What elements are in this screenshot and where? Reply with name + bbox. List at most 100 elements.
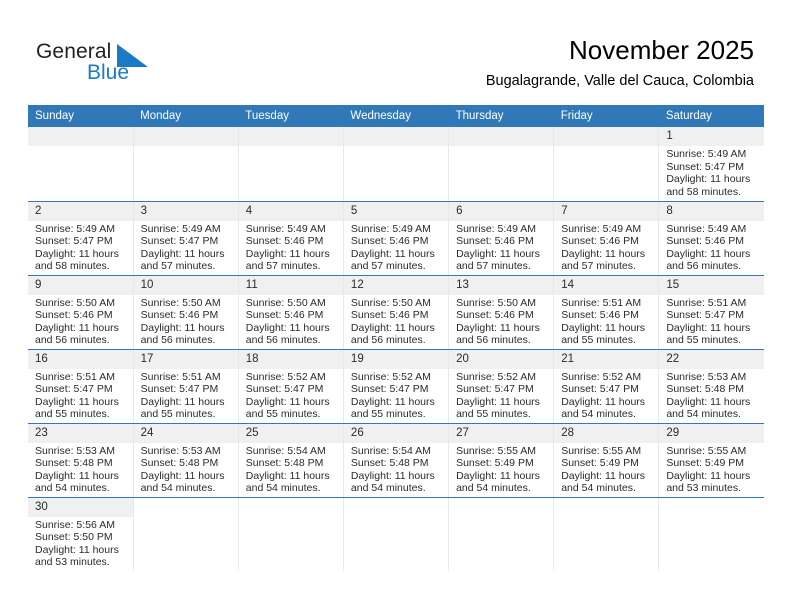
- calendar-day-cell[interactable]: 28 Sunrise: 5:55 AM Sunset: 5:49 PM Dayligh…: [553, 423, 660, 498]
- brand-logo[interactable]: General Blue: [36, 40, 236, 92]
- calendar-day-cell[interactable]: 3 Sunrise: 5:49 AM Sunset: 5:47 PM Daylight…: [133, 201, 239, 276]
- daylight-text-line1: Daylight: 11 hours: [456, 469, 540, 482]
- day-details: Sunrise: 5:53 AM Sunset: 5:48 PM Daylight:…: [659, 369, 764, 421]
- calendar-header-row: Sunday Monday Tuesday Wednesday Thursday…: [28, 105, 764, 127]
- sunset-text: Sunset: 5:47 PM: [35, 235, 113, 248]
- calendar-day-cell[interactable]: 22 Sunrise: 5:53 AM Sunset: 5:48 PM Dayligh…: [658, 349, 764, 424]
- weekday-header-friday: Friday: [553, 105, 659, 127]
- daylight-text-line2: and 54 minutes.: [561, 482, 636, 495]
- calendar-day-cell-empty: [343, 497, 450, 571]
- sunrise-text: Sunrise: 5:54 AM: [350, 444, 431, 457]
- day-number: [28, 127, 133, 146]
- daylight-text-line1: Daylight: 11 hours: [35, 543, 119, 556]
- calendar-day-cell[interactable]: 27 Sunrise: 5:55 AM Sunset: 5:49 PM Dayligh…: [448, 423, 555, 498]
- calendar-day-cell[interactable]: 20 Sunrise: 5:52 AM Sunset: 5:47 PM Dayligh…: [448, 349, 555, 424]
- calendar-week-row: 23 Sunrise: 5:53 AM Sunset: 5:48 PM Dayligh…: [28, 423, 764, 498]
- daylight-text-line1: Daylight: 11 hours: [35, 247, 119, 260]
- day-details: Sunrise: 5:55 AM Sunset: 5:49 PM Daylight:…: [554, 443, 658, 495]
- daylight-text-line1: Daylight: 11 hours: [350, 247, 435, 260]
- day-number: 12: [343, 275, 449, 295]
- calendar-day-cell[interactable]: 16 Sunrise: 5:51 AM Sunset: 5:47 PM Dayligh…: [28, 349, 134, 424]
- sunset-text: Sunset: 5:47 PM: [456, 383, 534, 396]
- calendar-day-cell[interactable]: 21 Sunrise: 5:52 AM Sunset: 5:47 PM Dayligh…: [553, 349, 660, 424]
- day-number: [238, 127, 343, 146]
- sunrise-text: Sunrise: 5:55 AM: [456, 444, 537, 457]
- sunrise-text: Sunrise: 5:53 AM: [140, 444, 221, 457]
- weekday-header-thursday: Thursday: [448, 105, 554, 127]
- calendar-week-row: 16 Sunrise: 5:51 AM Sunset: 5:47 PM Dayligh…: [28, 349, 764, 424]
- daylight-text-line2: and 57 minutes.: [245, 260, 321, 273]
- daylight-text-line2: and 55 minutes.: [666, 334, 742, 347]
- sunset-text: Sunset: 5:50 PM: [35, 531, 113, 544]
- daylight-text-line2: and 55 minutes.: [35, 408, 110, 421]
- daylight-text-line1: Daylight: 11 hours: [666, 395, 751, 408]
- calendar-day-cell[interactable]: 14 Sunrise: 5:51 AM Sunset: 5:46 PM Dayligh…: [553, 275, 660, 350]
- calendar-day-cell[interactable]: 2 Sunrise: 5:49 AM Sunset: 5:47 PM Daylight…: [28, 201, 134, 276]
- day-details: Sunrise: 5:50 AM Sunset: 5:46 PM Daylight:…: [239, 295, 343, 347]
- calendar-day-cell[interactable]: 15 Sunrise: 5:51 AM Sunset: 5:47 PM Dayligh…: [658, 275, 764, 350]
- day-details: Sunrise: 5:50 AM Sunset: 5:46 PM Daylight:…: [449, 295, 553, 347]
- calendar-day-cell[interactable]: 4 Sunrise: 5:49 AM Sunset: 5:46 PM Daylight…: [238, 201, 344, 276]
- sunrise-text: Sunrise: 5:52 AM: [561, 370, 642, 383]
- day-details: Sunrise: 5:54 AM Sunset: 5:48 PM Daylight:…: [344, 443, 448, 495]
- day-number: 7: [554, 201, 659, 221]
- day-number: 27: [449, 423, 554, 443]
- calendar-day-cell-empty: [658, 497, 764, 571]
- sunset-text: Sunset: 5:47 PM: [350, 383, 429, 396]
- calendar-grid: Sunday Monday Tuesday Wednesday Thursday…: [28, 105, 764, 571]
- calendar-day-cell[interactable]: 17 Sunrise: 5:51 AM Sunset: 5:47 PM Dayligh…: [133, 349, 239, 424]
- calendar-week-row: 9 Sunrise: 5:50 AM Sunset: 5:46 PM Daylight…: [28, 275, 764, 350]
- calendar-day-cell[interactable]: 18 Sunrise: 5:52 AM Sunset: 5:47 PM Dayligh…: [238, 349, 344, 424]
- calendar-day-cell[interactable]: 7 Sunrise: 5:49 AM Sunset: 5:46 PM Daylight…: [553, 201, 660, 276]
- calendar-day-cell[interactable]: 12 Sunrise: 5:50 AM Sunset: 5:46 PM Dayligh…: [343, 275, 450, 350]
- calendar-day-cell-empty: [238, 497, 344, 571]
- sunrise-text: Sunrise: 5:49 AM: [666, 148, 747, 160]
- calendar-day-cell[interactable]: 8 Sunrise: 5:49 AM Sunset: 5:46 PM Daylight…: [658, 201, 764, 276]
- sunrise-text: Sunrise: 5:49 AM: [456, 222, 537, 235]
- calendar-day-cell-empty: [133, 497, 239, 571]
- calendar-day-cell[interactable]: 23 Sunrise: 5:53 AM Sunset: 5:48 PM Dayligh…: [28, 423, 134, 498]
- calendar-day-cell[interactable]: 30 Sunrise: 5:56 AM Sunset: 5:50 PM Dayligh…: [28, 497, 134, 571]
- calendar-day-cell[interactable]: 5 Sunrise: 5:49 AM Sunset: 5:46 PM Daylight…: [343, 201, 450, 276]
- day-number: [659, 497, 764, 517]
- daylight-text-line2: and 56 minutes.: [350, 334, 426, 347]
- calendar-day-cell-empty: [448, 497, 555, 571]
- sunrise-text: Sunrise: 5:49 AM: [561, 222, 642, 235]
- calendar-day-cell-empty: [133, 127, 239, 202]
- calendar-day-cell[interactable]: 26 Sunrise: 5:54 AM Sunset: 5:48 PM Dayligh…: [343, 423, 450, 498]
- day-number: 15: [659, 275, 764, 295]
- day-details: Sunrise: 5:52 AM Sunset: 5:47 PM Daylight:…: [554, 369, 658, 421]
- sunrise-text: Sunrise: 5:52 AM: [350, 370, 431, 383]
- calendar-day-cell[interactable]: 24 Sunrise: 5:53 AM Sunset: 5:48 PM Dayligh…: [133, 423, 239, 498]
- daylight-text-line1: Daylight: 11 hours: [140, 321, 225, 334]
- day-details: Sunrise: 5:55 AM Sunset: 5:49 PM Daylight:…: [449, 443, 553, 495]
- day-number: 5: [343, 201, 449, 221]
- sunrise-text: Sunrise: 5:51 AM: [35, 370, 115, 383]
- calendar-day-cell[interactable]: 10 Sunrise: 5:50 AM Sunset: 5:46 PM Dayligh…: [133, 275, 239, 350]
- day-number: 20: [449, 349, 554, 369]
- title-block: November 2025 Bugalagrande, Valle del Ca…: [486, 34, 754, 90]
- page-title: November 2025: [569, 35, 754, 65]
- calendar-day-cell[interactable]: 9 Sunrise: 5:50 AM Sunset: 5:46 PM Daylight…: [28, 275, 134, 350]
- daylight-text-line2: and 53 minutes.: [35, 556, 110, 569]
- sunrise-text: Sunrise: 5:55 AM: [561, 444, 642, 457]
- day-number: [343, 497, 449, 517]
- day-details: Sunrise: 5:51 AM Sunset: 5:47 PM Daylight:…: [134, 369, 238, 421]
- calendar-day-cell[interactable]: 13 Sunrise: 5:50 AM Sunset: 5:46 PM Dayligh…: [448, 275, 555, 350]
- day-number: 24: [133, 423, 238, 443]
- weekday-header-tuesday: Tuesday: [238, 105, 344, 127]
- calendar-week-row: 30 Sunrise: 5:56 AM Sunset: 5:50 PM Dayligh…: [28, 497, 764, 571]
- calendar-day-cell[interactable]: 25 Sunrise: 5:54 AM Sunset: 5:48 PM Dayligh…: [238, 423, 344, 498]
- daylight-text-line1: Daylight: 11 hours: [561, 395, 646, 408]
- weekday-header-wednesday: Wednesday: [343, 105, 449, 127]
- daylight-text-line2: and 58 minutes.: [35, 260, 110, 273]
- calendar-day-cell[interactable]: 19 Sunrise: 5:52 AM Sunset: 5:47 PM Dayligh…: [343, 349, 450, 424]
- calendar-day-cell[interactable]: 1 Sunrise: 5:49 AM Sunset: 5:47 PM Daylight…: [658, 127, 764, 202]
- brand-name-blue: Blue: [87, 61, 130, 84]
- calendar-day-cell[interactable]: 11 Sunrise: 5:50 AM Sunset: 5:46 PM Dayligh…: [238, 275, 344, 350]
- calendar-day-cell[interactable]: 29 Sunrise: 5:55 AM Sunset: 5:49 PM Dayligh…: [658, 423, 764, 498]
- calendar-day-cell[interactable]: 6 Sunrise: 5:49 AM Sunset: 5:46 PM Daylight…: [448, 201, 555, 276]
- daylight-text-line1: Daylight: 11 hours: [666, 173, 751, 186]
- calendar-body: 1 Sunrise: 5:49 AM Sunset: 5:47 PM Daylight…: [28, 127, 764, 571]
- sunrise-text: Sunrise: 5:49 AM: [350, 222, 431, 235]
